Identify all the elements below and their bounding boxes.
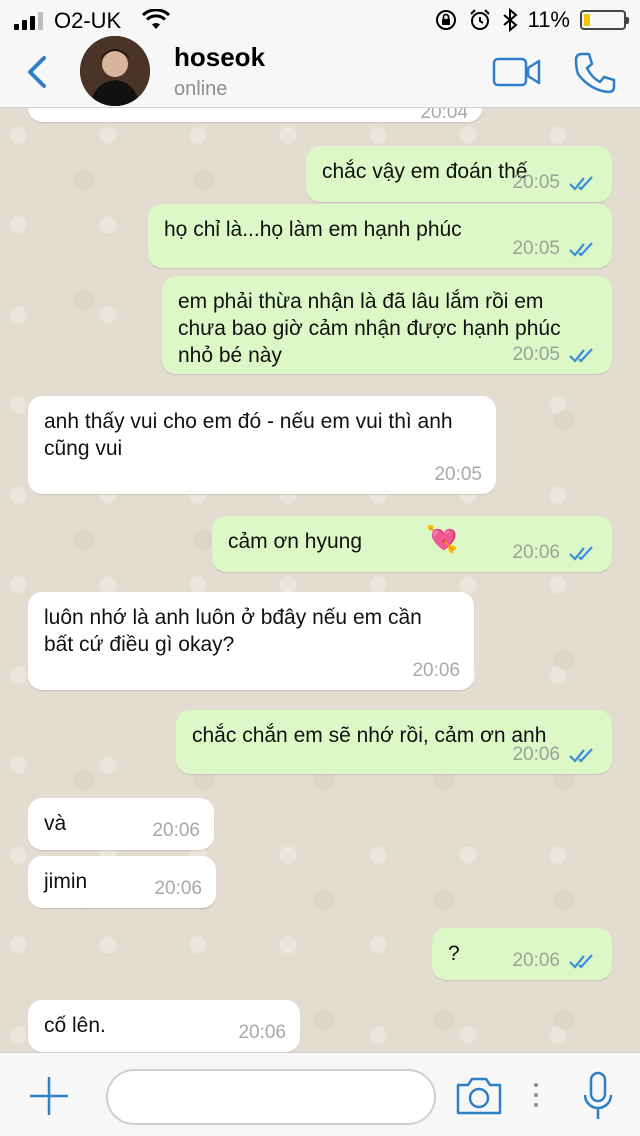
plus-icon[interactable] <box>28 1075 70 1117</box>
message-outgoing[interactable]: cảm ơn hyung 💘 20:06 <box>212 516 612 572</box>
signal-strength-icon <box>14 12 43 30</box>
message-outgoing[interactable]: ? 20:06 <box>432 928 612 980</box>
message-outgoing[interactable]: họ chỉ là...họ làm em hạnh phúc 20:05 <box>148 204 612 268</box>
message-outgoing[interactable]: em phải thừa nhận là đã lâu lắm rồi em c… <box>162 276 612 374</box>
carrier-label: O2-UK <box>54 8 122 33</box>
message-outgoing[interactable]: chắc chắn em sẽ nhớ rồi, cảm ơn anh 20:0… <box>176 710 612 774</box>
battery-percent: 11% <box>527 7 570 32</box>
message-time: 20:06 <box>512 744 560 765</box>
alarm-icon <box>469 9 490 30</box>
message-time: 20:06 <box>152 820 200 841</box>
back-chevron-icon[interactable] <box>22 52 52 92</box>
message-time: 20:04 <box>420 108 468 123</box>
message-time: 20:05 <box>434 464 482 485</box>
bluetooth-icon <box>502 8 518 32</box>
microphone-icon[interactable] <box>582 1071 614 1123</box>
message-time: 20:05 <box>512 172 560 193</box>
message-time: 20:06 <box>154 878 202 899</box>
read-receipt-icon <box>569 347 593 363</box>
message-incoming[interactable]: 20:04 <box>28 108 482 123</box>
message-time: 20:06 <box>238 1022 286 1043</box>
contact-status: online <box>174 78 228 100</box>
orientation-lock-icon <box>435 10 456 30</box>
heart-arrow-emoji: 💘 <box>426 524 459 554</box>
message-incoming[interactable]: jimin 20:06 <box>28 856 216 908</box>
contact-name[interactable]: hoseok <box>174 42 265 73</box>
message-time: 20:05 <box>512 238 560 259</box>
status-bar: O2-UK 11% <box>0 0 640 40</box>
read-receipt-icon <box>569 175 593 191</box>
message-time: 20:06 <box>512 542 560 563</box>
message-text: luôn nhớ là anh luôn ở bđây nếu em cần b… <box>44 606 422 656</box>
chat-header: hoseok online <box>0 36 640 108</box>
message-incoming[interactable]: luôn nhớ là anh luôn ở bđây nếu em cần b… <box>28 592 474 690</box>
message-time: 20:06 <box>412 660 460 681</box>
video-call-icon[interactable] <box>492 56 542 88</box>
message-text: anh thấy vui cho em đó - nếu em vui thì … <box>44 410 453 460</box>
read-receipt-icon <box>569 747 593 763</box>
message-incoming[interactable]: anh thấy vui cho em đó - nếu em vui thì … <box>28 396 496 494</box>
message-input[interactable] <box>106 1069 436 1125</box>
avatar[interactable] <box>80 36 150 106</box>
message-outgoing[interactable]: chắc vậy em đoán thế 20:05 <box>306 146 612 202</box>
message-incoming[interactable]: cố lên. 20:06 <box>28 1000 300 1052</box>
read-receipt-icon <box>569 953 593 969</box>
message-time: 20:06 <box>512 950 560 971</box>
read-receipt-icon <box>569 241 593 257</box>
read-receipt-icon <box>569 545 593 561</box>
wifi-icon <box>142 9 170 29</box>
input-bar <box>0 1052 640 1136</box>
message-incoming[interactable]: và 20:06 <box>28 798 214 850</box>
voice-call-icon[interactable] <box>572 50 618 96</box>
battery-icon <box>580 10 629 30</box>
camera-icon[interactable] <box>454 1075 504 1117</box>
more-options-icon[interactable] <box>534 1083 538 1107</box>
chat-area[interactable]: 20:04 chắc vậy em đoán thế 20:05 họ chỉ … <box>0 108 640 1052</box>
message-time: 20:05 <box>512 344 560 365</box>
